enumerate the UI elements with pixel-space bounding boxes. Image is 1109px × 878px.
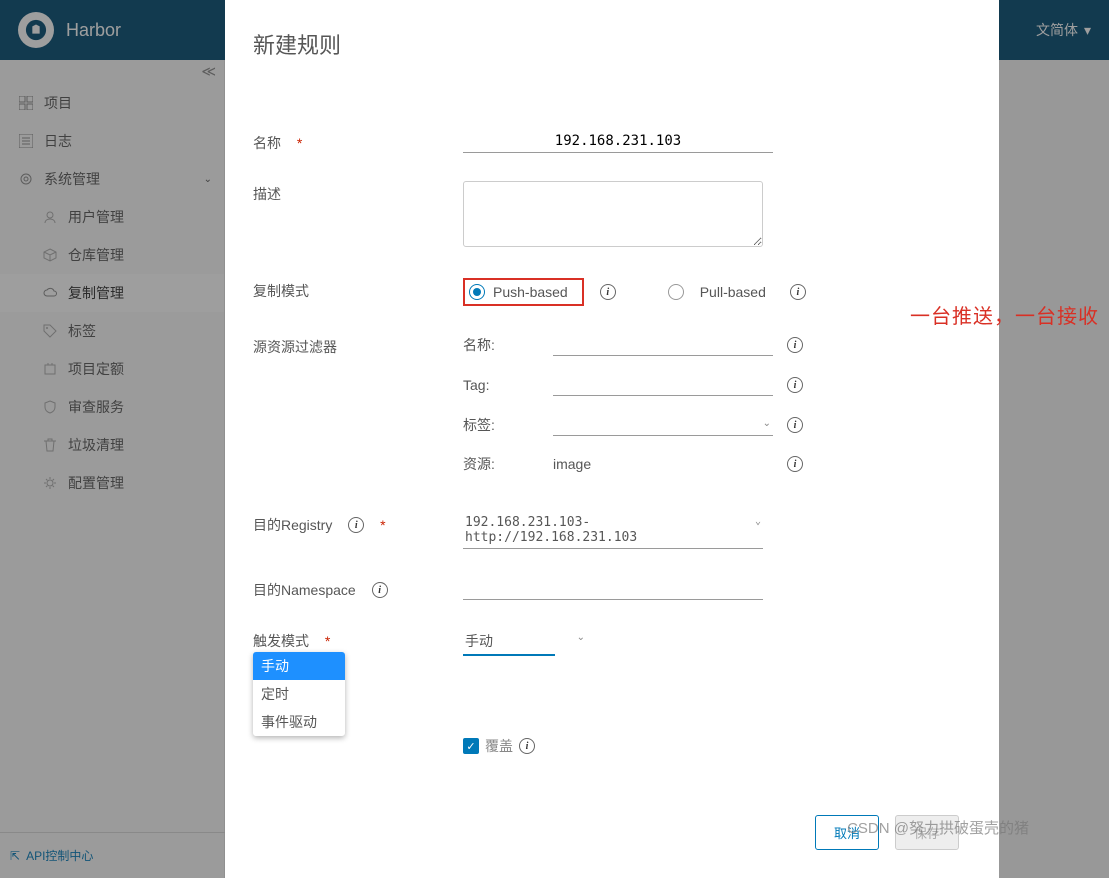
info-icon[interactable]: i (348, 517, 364, 533)
desc-textarea[interactable] (463, 181, 763, 247)
push-highlight-box: Push-based (463, 278, 584, 306)
info-icon[interactable]: i (519, 738, 535, 754)
override-checkbox-row[interactable]: ✓ 覆盖 i (463, 736, 535, 756)
checkbox-checked-icon: ✓ (463, 738, 479, 754)
info-icon[interactable]: i (787, 377, 803, 393)
registry-select[interactable]: 192.168.231.103-http://192.168.231.103⌄ (463, 512, 763, 549)
override-label: 覆盖 (485, 736, 513, 756)
label-namespace: 目的Namespace i (253, 577, 463, 600)
filter-label-select[interactable]: ⌄ (553, 414, 773, 436)
chevron-down-icon: ⌄ (755, 516, 761, 527)
dropdown-item-event[interactable]: 事件驱动 (253, 708, 345, 736)
filter-tag-label: Tag: (463, 377, 553, 393)
filter-name-input[interactable] (553, 334, 773, 356)
info-icon[interactable]: i (372, 582, 388, 598)
filter-tag-input[interactable] (553, 374, 773, 396)
label-desc: 描述 (253, 181, 463, 204)
info-icon[interactable]: i (600, 284, 616, 300)
filter-label-label: 标签: (463, 415, 553, 435)
label-trigger: 触发模式 * (253, 628, 463, 651)
label-registry: 目的Registry i * (253, 512, 463, 535)
label-filter: 源资源过滤器 (253, 334, 463, 357)
info-icon[interactable]: i (787, 456, 803, 472)
dropdown-item-manual[interactable]: 手动 (253, 652, 345, 680)
dropdown-item-scheduled[interactable]: 定时 (253, 680, 345, 708)
filter-name-label: 名称: (463, 335, 553, 355)
chevron-down-icon: ⌄ (763, 418, 771, 429)
info-icon[interactable]: i (790, 284, 806, 300)
filter-resource-label: 资源: (463, 454, 553, 474)
namespace-input[interactable] (463, 577, 763, 600)
trigger-dropdown: 手动 定时 事件驱动 (253, 652, 345, 736)
radio-pull-label: Pull-based (700, 284, 766, 300)
annotation-text: 一台推送，一台接收 (910, 300, 1099, 329)
label-mode: 复制模式 (253, 278, 463, 301)
radio-pull[interactable] (668, 284, 684, 300)
label-name: 名称 * (253, 130, 463, 153)
info-icon[interactable]: i (787, 417, 803, 433)
filter-resource-value: image (553, 456, 773, 472)
chevron-down-icon: ⌄ (577, 632, 585, 643)
radio-push[interactable] (469, 284, 485, 300)
modal-title: 新建规则 (253, 28, 959, 60)
radio-push-label: Push-based (493, 284, 568, 300)
name-input[interactable] (463, 130, 773, 153)
trigger-select[interactable]: 手动⌄ (463, 628, 555, 656)
new-rule-modal: 新建规则 名称 * 描述 复制模式 Push-based i Pull-base… (225, 0, 999, 878)
watermark-text: CSDN @努力拱破蛋壳的猪 (847, 817, 1029, 838)
info-icon[interactable]: i (787, 337, 803, 353)
